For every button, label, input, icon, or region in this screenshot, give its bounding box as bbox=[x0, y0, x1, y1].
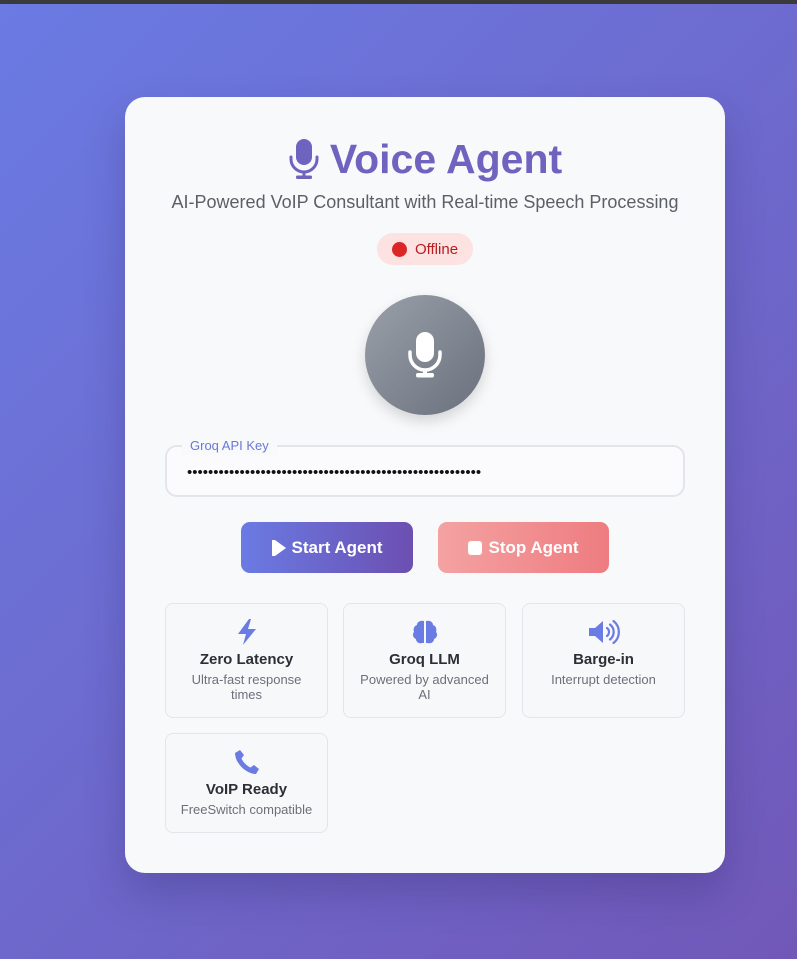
microphone-button[interactable] bbox=[365, 295, 485, 415]
voice-agent-card: Voice Agent AI-Powered VoIP Consultant w… bbox=[125, 97, 725, 873]
status-badge: Offline bbox=[377, 233, 473, 265]
feature-description: Ultra-fast response times bbox=[191, 672, 302, 702]
start-agent-button[interactable]: Start Agent bbox=[241, 522, 413, 573]
window-top-border bbox=[0, 0, 797, 4]
api-key-field: Groq API Key bbox=[165, 437, 685, 497]
stop-icon bbox=[468, 540, 483, 555]
api-key-input[interactable] bbox=[187, 459, 657, 485]
start-agent-label: Start Agent bbox=[291, 537, 383, 557]
feature-description: Powered by advanced AI bbox=[360, 672, 489, 702]
header: Voice Agent bbox=[125, 133, 725, 185]
phone-icon bbox=[234, 750, 259, 774]
stop-agent-button[interactable]: Stop Agent bbox=[438, 522, 609, 573]
feature-card-voip-ready: VoIP Ready FreeSwitch compatible bbox=[165, 733, 328, 833]
api-key-label: Groq API Key bbox=[182, 437, 277, 455]
feature-name: Groq LLM bbox=[389, 651, 460, 668]
brain-icon bbox=[412, 620, 437, 644]
page-subtitle: AI-Powered VoIP Consultant with Real-tim… bbox=[171, 192, 679, 212]
feature-name: VoIP Ready bbox=[205, 781, 288, 798]
speaker-icon bbox=[588, 619, 620, 645]
feature-description: Interrupt detection bbox=[551, 672, 656, 687]
feature-description: FreeSwitch compatible bbox=[180, 802, 313, 817]
page-title: Voice Agent bbox=[329, 136, 563, 182]
feature-card-groq-llm: Groq LLM Powered by advanced AI bbox=[343, 603, 506, 718]
bolt-icon bbox=[237, 619, 256, 645]
feature-name: Zero Latency bbox=[199, 651, 294, 668]
status-dot-icon bbox=[391, 241, 407, 257]
microphone-icon bbox=[408, 332, 442, 378]
feature-name: Barge-in bbox=[573, 651, 634, 668]
feature-card-barge-in: Barge-in Interrupt detection bbox=[522, 603, 685, 718]
feature-card-zero-latency: Zero Latency Ultra-fast response times bbox=[165, 603, 328, 718]
microphone-icon bbox=[289, 139, 319, 179]
stop-agent-label: Stop Agent bbox=[488, 537, 579, 557]
play-icon bbox=[271, 539, 286, 556]
status-text: Offline bbox=[414, 240, 459, 258]
